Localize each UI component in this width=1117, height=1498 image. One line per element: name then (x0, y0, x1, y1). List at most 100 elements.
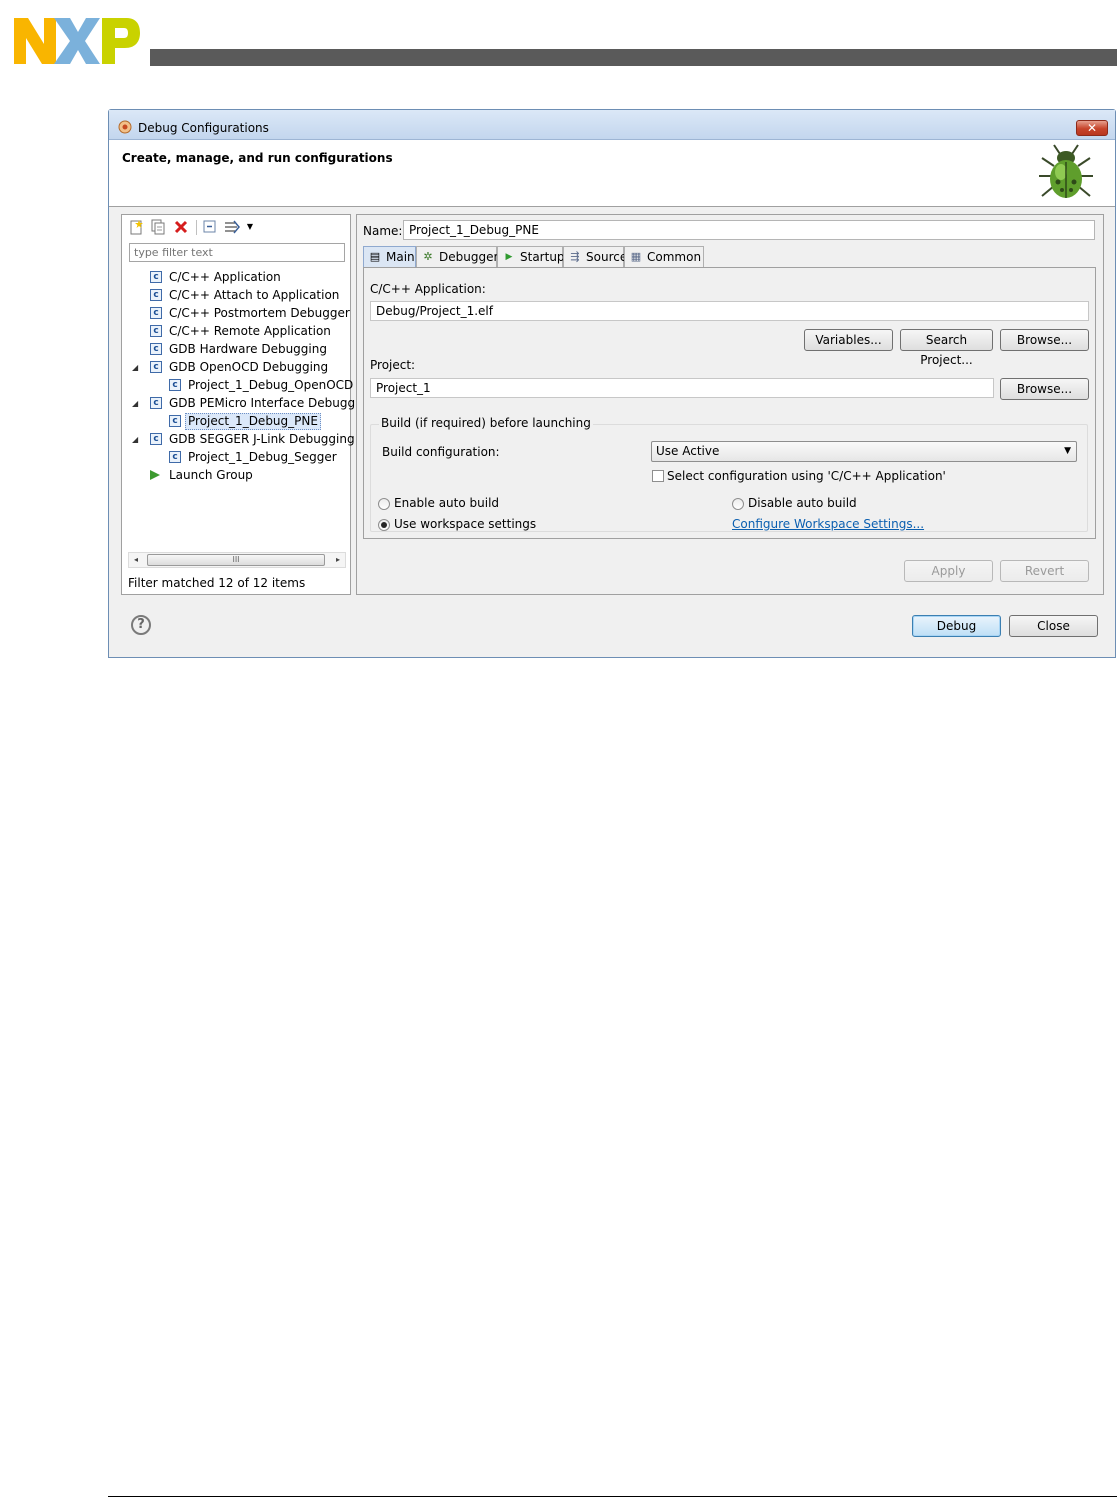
application-label: C/C++ Application: (370, 282, 486, 296)
build-group-title: Build (if required) before launching (379, 416, 593, 430)
tree-item[interactable]: c C/C++ Attach to Application (122, 287, 350, 304)
scroll-right-icon[interactable]: ▸ (331, 553, 345, 567)
application-input[interactable]: Debug/Project_1.elf (370, 301, 1089, 321)
tab-label: Common (647, 250, 702, 264)
use-workspace-settings-radio[interactable] (378, 519, 390, 531)
toolbar-separator (196, 220, 197, 235)
revert-button[interactable]: Revert (1000, 560, 1089, 582)
main-tab-content: C/C++ Application: Debug/Project_1.elf V… (363, 267, 1096, 539)
tree-item[interactable]: ◢ c GDB OpenOCD Debugging (122, 359, 350, 376)
tree-item-label: GDB OpenOCD Debugging (169, 360, 329, 374)
configuration-tree-panel: ▼ c C/C++ Application c C/C++ Attach to App… (121, 214, 374, 595)
apply-button[interactable]: Apply (904, 560, 993, 582)
tab-label: Source (586, 250, 628, 264)
c-config-icon: c (150, 433, 162, 445)
c-config-icon: c (150, 361, 162, 373)
variables-button[interactable]: Variables... (804, 329, 893, 351)
chevron-down-icon: ▼ (1064, 446, 1071, 456)
header-bar (150, 49, 1117, 66)
use-workspace-settings-label: Use workspace settings (394, 517, 537, 531)
tree-item-label: Launch Group (169, 468, 253, 482)
tree-item-label: Project_1_Debug_PNE (185, 413, 321, 430)
name-input[interactable]: Project_1_Debug_PNE (403, 220, 1095, 240)
browse-project-button[interactable]: Browse... (1000, 378, 1089, 400)
tree-item-label: GDB PEMicro Interface Debugging (169, 396, 374, 410)
build-configuration-label: Build configuration: (382, 445, 500, 459)
tree-item-label: C/C++ Application (169, 270, 281, 284)
tree-item[interactable]: c Project_1_Debug_PNE (122, 413, 350, 430)
tree-item[interactable]: c C/C++ Application (122, 269, 350, 286)
configuration-editor-panel: Name: Project_1_Debug_PNE ▤ Main ✲ Debug… (356, 214, 1104, 595)
scroll-thumb[interactable]: III (147, 554, 325, 566)
window-close-button[interactable]: ✕ (1076, 120, 1108, 136)
tree-item-label: GDB Hardware Debugging (169, 342, 327, 356)
expand-arrow-icon[interactable]: ◢ (132, 431, 140, 448)
expand-arrow-icon[interactable]: ◢ (132, 359, 140, 376)
tree-item[interactable]: ◢ c GDB SEGGER J-Link Debugging (122, 431, 355, 448)
tab-debugger[interactable]: ✲ Debugger (416, 246, 499, 267)
filter-status: Filter matched 12 of 12 items (128, 576, 306, 590)
close-button[interactable]: Close (1009, 615, 1098, 637)
title-bar[interactable]: Debug Configurations ✕ (109, 110, 1115, 140)
duplicate-icon[interactable] (150, 219, 166, 235)
horizontal-scrollbar[interactable]: ◂ III ▸ (128, 552, 346, 568)
tree-item[interactable]: c C/C++ Postmortem Debugger (122, 305, 350, 322)
tree-item[interactable]: c C/C++ Remote Application (122, 323, 350, 340)
project-label: Project: (370, 358, 416, 372)
window-title: Debug Configurations (138, 121, 269, 135)
tree-item-label: Project_1_Debug_Segger (188, 450, 337, 464)
tree-item-label: C/C++ Attach to Application (169, 288, 340, 302)
chevron-down-icon[interactable]: ▼ (242, 219, 258, 235)
tab-common[interactable]: ▦ Common (624, 246, 704, 267)
tree-item[interactable]: c Project_1_Debug_Segger (122, 449, 350, 466)
select-config-label: Select configuration using 'C/C++ Applic… (667, 469, 946, 483)
tab-label: Debugger (439, 250, 499, 264)
disable-auto-build-label: Disable auto build (748, 496, 857, 510)
tree-item[interactable]: Launch Group (122, 467, 350, 484)
tree-item[interactable]: c GDB Hardware Debugging (122, 341, 350, 358)
c-config-icon: c (150, 397, 162, 409)
browse-application-button[interactable]: Browse... (1000, 329, 1089, 351)
tab-source[interactable]: ⇶ Source (563, 246, 628, 267)
tree-item-label: Project_1_Debug_OpenOCD (188, 378, 354, 392)
build-configuration-value: Use Active (656, 444, 720, 458)
tree-item-label: GDB SEGGER J-Link Debugging (169, 432, 355, 446)
common-tab-icon: ▦ (630, 250, 642, 263)
debug-configurations-window: Debug Configurations ✕ Create, manage, a… (108, 109, 1116, 658)
name-label: Name: (363, 224, 403, 238)
filter-input[interactable] (129, 243, 345, 262)
footer-rule (108, 1496, 1117, 1497)
disable-auto-build-radio[interactable] (732, 498, 744, 510)
tree-toolbar: ▼ (128, 219, 328, 237)
tree-item-label: C/C++ Postmortem Debugger (169, 306, 350, 320)
help-icon[interactable]: ? (131, 615, 151, 635)
tab-startup[interactable]: ▶ Startup (497, 246, 565, 267)
scroll-left-icon[interactable]: ◂ (129, 553, 143, 567)
select-config-checkbox[interactable] (652, 470, 664, 482)
c-config-icon: c (169, 379, 181, 391)
c-config-icon: c (150, 325, 162, 337)
project-input[interactable]: Project_1 (370, 378, 994, 398)
filter-icon[interactable] (224, 219, 240, 235)
c-config-icon: c (150, 271, 162, 283)
expand-arrow-icon[interactable]: ◢ (132, 395, 140, 412)
c-config-icon: c (150, 289, 162, 301)
source-tab-icon: ⇶ (570, 250, 580, 263)
tab-main[interactable]: ▤ Main (363, 246, 416, 267)
build-configuration-select[interactable]: Use Active ▼ (651, 441, 1077, 462)
delete-icon[interactable] (173, 219, 189, 235)
c-config-icon: c (169, 415, 181, 427)
tree-item[interactable]: ◢ c GDB PEMicro Interface Debugging (122, 395, 374, 412)
collapse-all-icon[interactable] (202, 219, 218, 235)
close-icon: ✕ (1086, 121, 1098, 135)
search-project-button[interactable]: Search Project... (900, 329, 993, 367)
new-config-icon[interactable] (128, 219, 144, 235)
tree-item[interactable]: c Project_1_Debug_OpenOCD (122, 377, 354, 394)
enable-auto-build-radio[interactable] (378, 498, 390, 510)
build-group: Build (if required) before launching Bui… (370, 416, 1088, 532)
c-config-icon: c (150, 343, 162, 355)
configure-workspace-settings-link[interactable]: Configure Workspace Settings... (732, 517, 924, 531)
tab-label: Startup (520, 250, 565, 264)
debugger-tab-icon: ✲ (423, 250, 433, 263)
debug-button[interactable]: Debug (912, 615, 1001, 637)
